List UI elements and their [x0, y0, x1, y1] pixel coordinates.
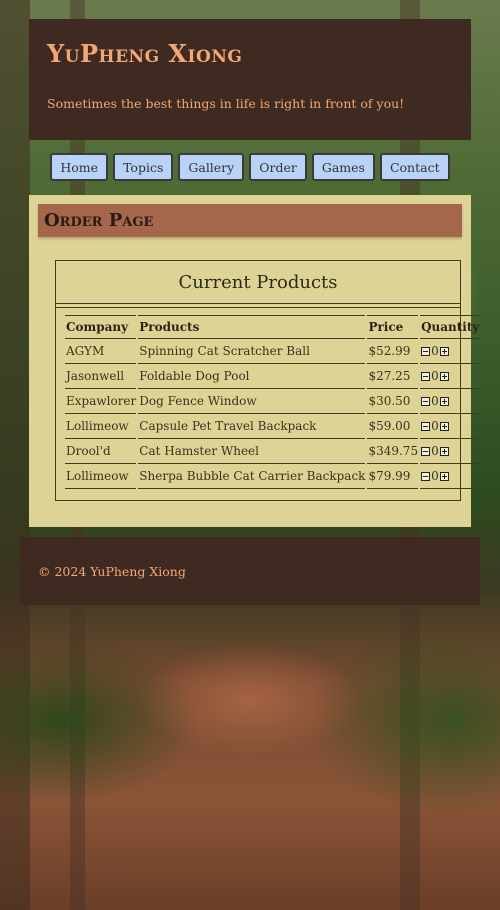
footer-copyright: © 2024 YuPheng Xiong [38, 563, 186, 579]
minus-square-icon[interactable] [421, 421, 431, 431]
cell-product: Spinning Cat Scratcher Ball [138, 339, 366, 364]
plus-square-icon[interactable] [439, 371, 449, 381]
cell-company: Lollimeow [65, 414, 137, 439]
cell-price: $27.25 [367, 364, 419, 389]
quantity-value: 0 [431, 369, 439, 383]
nav-gallery-button[interactable]: Gallery [178, 153, 245, 181]
quantity-value: 0 [431, 394, 439, 408]
table-row: Lollimeow Capsule Pet Travel Backpack $5… [65, 414, 480, 439]
cell-product: Cat Hamster Wheel [138, 439, 366, 464]
products-panel: Current Products Company Products Price … [55, 260, 480, 501]
minus-square-icon[interactable] [421, 371, 431, 381]
cell-company: Expawlorer [65, 389, 137, 414]
cell-company: Drool'd [65, 439, 137, 464]
nav-games-button[interactable]: Games [311, 153, 375, 181]
site-tagline: Sometimes the best things in life is rig… [47, 96, 405, 111]
cell-price: $349.75 [367, 439, 419, 464]
plus-square-icon[interactable] [439, 421, 449, 431]
main-content: Order Page Current Products Company Prod… [29, 195, 480, 527]
table-header-row: Company Products Price Quantity [65, 315, 480, 339]
site-header: YuPheng Xiong Sometimes the best things … [29, 19, 471, 140]
plus-square-icon[interactable] [439, 346, 449, 356]
table-row: Lollimeow Sherpa Bubble Cat Carrier Back… [65, 464, 480, 489]
quantity-value: 0 [431, 344, 439, 358]
cell-product: Dog Fence Window [138, 389, 366, 414]
table-row: Drool'd Cat Hamster Wheel $349.75 0 [65, 439, 480, 464]
cell-price: $30.50 [367, 389, 419, 414]
products-title: Current Products [56, 261, 460, 304]
site-footer: © 2024 YuPheng Xiong [20, 537, 480, 605]
nav-topics-button[interactable]: Topics [113, 153, 174, 181]
cell-product: Sherpa Bubble Cat Carrier Backpack [138, 464, 366, 489]
nav-order-button[interactable]: Order [249, 153, 307, 181]
cell-price: $52.99 [367, 339, 419, 364]
site-title: YuPheng Xiong [47, 39, 243, 68]
table-row: Jasonwell Foldable Dog Pool $27.25 0 [65, 364, 480, 389]
column-products: Products [138, 315, 366, 339]
cell-quantity: 0 [420, 364, 480, 389]
plus-square-icon[interactable] [439, 396, 449, 406]
quantity-value: 0 [431, 444, 439, 458]
column-company: Company [65, 315, 137, 339]
cell-product: Foldable Dog Pool [138, 364, 366, 389]
cell-quantity: 0 [420, 464, 480, 489]
table-row: Expawlorer Dog Fence Window $30.50 0 [65, 389, 480, 414]
cell-company: AGYM [65, 339, 137, 364]
products-table: Company Products Price Quantity AGYM Spi… [63, 315, 481, 489]
cell-quantity: 0 [420, 439, 480, 464]
nav-home-button[interactable]: Home [50, 153, 109, 181]
minus-square-icon[interactable] [421, 396, 431, 406]
cell-product: Capsule Pet Travel Backpack [138, 414, 366, 439]
products-table-wrapper: Company Products Price Quantity AGYM Spi… [56, 307, 480, 500]
cell-quantity: 0 [420, 414, 480, 439]
minus-square-icon[interactable] [421, 446, 431, 456]
plus-square-icon[interactable] [439, 471, 449, 481]
minus-square-icon[interactable] [421, 346, 431, 356]
main-nav: Home Topics Gallery Order Games Contact [0, 153, 500, 181]
cell-company: Jasonwell [65, 364, 137, 389]
cell-price: $79.99 [367, 464, 419, 489]
plus-square-icon[interactable] [439, 446, 449, 456]
minus-square-icon[interactable] [421, 471, 431, 481]
cell-company: Lollimeow [65, 464, 137, 489]
quantity-value: 0 [431, 419, 439, 433]
cell-quantity: 0 [420, 339, 480, 364]
nav-contact-button[interactable]: Contact [379, 153, 450, 181]
page-title: Order Page [38, 204, 462, 237]
table-row: AGYM Spinning Cat Scratcher Ball $52.99 … [65, 339, 480, 364]
column-price: Price [367, 315, 419, 339]
cell-price: $59.00 [367, 414, 419, 439]
cell-quantity: 0 [420, 389, 480, 414]
quantity-value: 0 [431, 469, 439, 483]
column-quantity: Quantity [420, 315, 480, 339]
